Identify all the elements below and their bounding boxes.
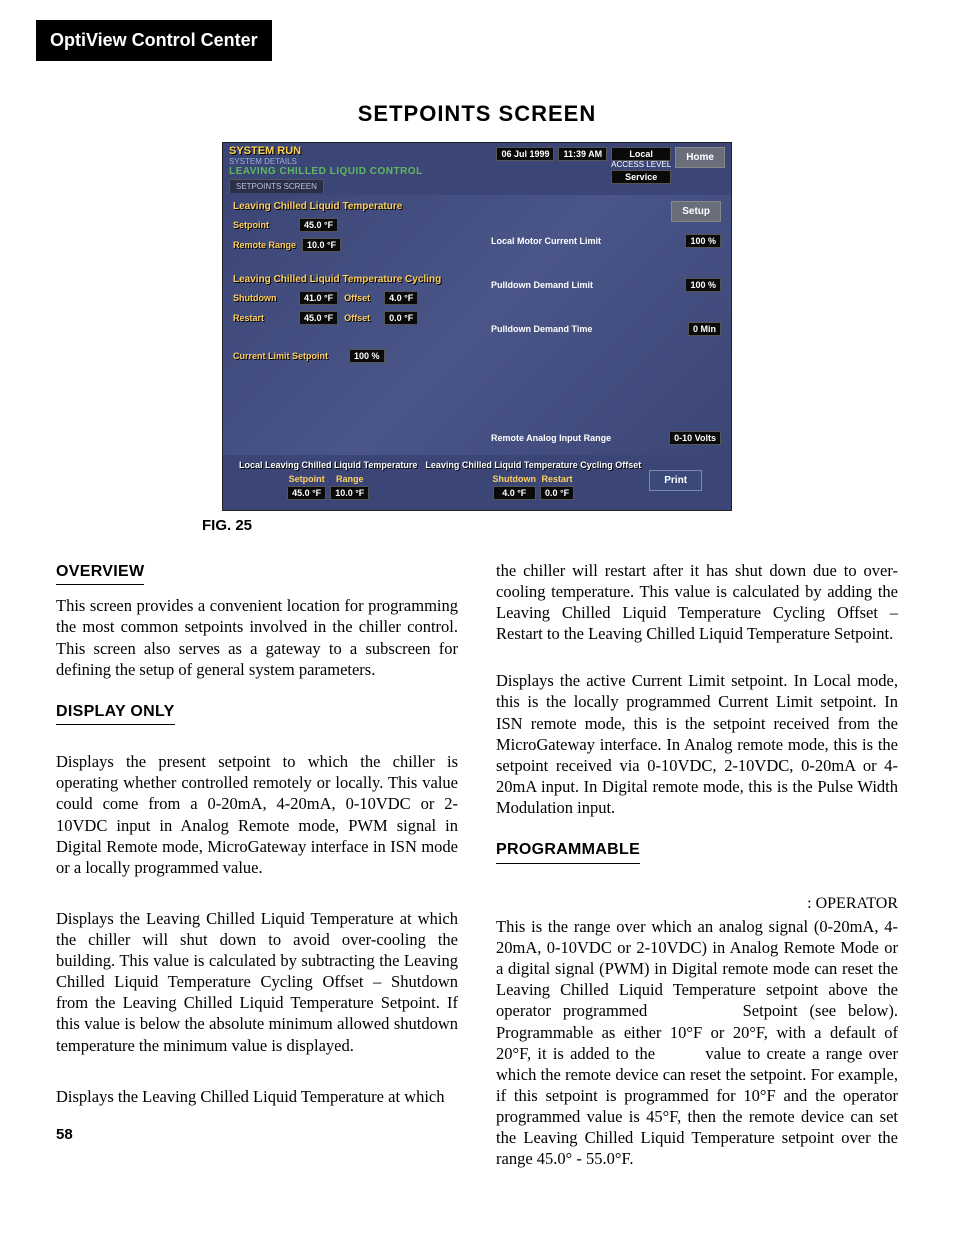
right-p2: Displays the active Current Limit setpoi… <box>496 670 898 818</box>
access-caption: ACCESS LEVEL <box>611 161 671 170</box>
bottom-grp1-caption: Local Leaving Chilled Liquid Temperature <box>239 461 417 471</box>
programmable-body: This is the range over which an analog s… <box>496 916 898 1169</box>
display-p3: Displays the Leaving Chilled Liquid Temp… <box>56 1086 458 1107</box>
btn-setpoint-label: Setpoint <box>287 474 326 484</box>
page-number: 58 <box>56 1125 458 1144</box>
figure-caption: FIG. 25 <box>202 517 898 534</box>
remote-analog-value: 0-10 Volts <box>669 431 721 445</box>
access-level: Service <box>611 170 671 184</box>
display-p2: Displays the Leaving Chilled Liquid Temp… <box>56 908 458 1056</box>
product-header: OptiView Control Center <box>36 20 272 61</box>
date-display: 06 Jul 1999 <box>496 147 554 161</box>
pulldown-time-value: 0 Min <box>688 322 721 336</box>
restart-value: 45.0 °F <box>299 311 338 325</box>
restart-label: Restart <box>233 313 293 323</box>
setpoint-value: 45.0 °F <box>299 218 338 232</box>
setup-button[interactable]: Setup <box>671 201 721 222</box>
shutdown-value: 41.0 °F <box>299 291 338 305</box>
btn-shutdown-label: Shutdown <box>493 474 537 484</box>
display-only-heading: DISPLAY ONLY <box>56 702 175 725</box>
btn-restart-value[interactable]: 0.0 °F <box>540 486 574 500</box>
local-motor-label: Local Motor Current Limit <box>491 236 601 246</box>
btn-restart-label: Restart <box>540 474 574 484</box>
group-cycling: Leaving Chilled Liquid Temperature Cycli… <box>233 274 471 285</box>
right-p1: the chiller will restart after it has sh… <box>496 560 898 644</box>
btn-setpoint-value[interactable]: 45.0 °F <box>287 486 326 500</box>
pulldown-demand-label: Pulldown Demand Limit <box>491 280 593 290</box>
setpoint-label: Setpoint <box>233 220 293 230</box>
programmable-heading: PROGRAMMABLE <box>496 840 640 863</box>
print-button[interactable]: Print <box>649 470 702 491</box>
pulldown-demand-value: 100 % <box>685 278 721 292</box>
restart-offset-value: 0.0 °F <box>384 311 418 325</box>
page-title: SETPOINTS SCREEN <box>56 101 898 127</box>
local-motor-value: 100 % <box>685 234 721 248</box>
pulldown-time-label: Pulldown Demand Time <box>491 324 592 334</box>
overview-heading: OVERVIEW <box>56 562 144 585</box>
display-p1: Displays the present setpoint to which t… <box>56 751 458 878</box>
shutdown-label: Shutdown <box>233 293 293 303</box>
screen-tab[interactable]: SETPOINTS SCREEN <box>229 179 324 193</box>
bottom-grp2-caption: Leaving Chilled Liquid Temperature Cycli… <box>425 461 641 471</box>
btn-range-value[interactable]: 10.0 °F <box>330 486 369 500</box>
shutdown-offset-value: 4.0 °F <box>384 291 418 305</box>
setpoints-screenshot: SYSTEM RUN SYSTEM DETAILS LEAVING CHILLE… <box>222 142 732 511</box>
restart-offset-label: Offset <box>344 313 378 323</box>
remote-range-value: 10.0 °F <box>302 238 341 252</box>
current-limit-label: Current Limit Setpoint <box>233 351 343 361</box>
shutdown-offset-label: Offset <box>344 293 378 303</box>
remote-analog-label: Remote Analog Input Range <box>491 433 611 443</box>
control-source: Local <box>611 147 671 161</box>
current-limit-value: 100 % <box>349 349 385 363</box>
system-substatus: SYSTEM DETAILS <box>229 157 484 166</box>
group-lclt: Leaving Chilled Liquid Temperature <box>233 201 471 212</box>
system-status: SYSTEM RUN <box>229 145 484 157</box>
btn-range-label: Range <box>330 474 369 484</box>
remote-range-label: Remote Range <box>233 240 296 250</box>
access-level-line: : OPERATOR <box>496 894 898 914</box>
overview-body: This screen provides a convenient locati… <box>56 595 458 679</box>
screen-title: LEAVING CHILLED LIQUID CONTROL <box>229 166 484 177</box>
time-display: 11:39 AM <box>558 147 607 161</box>
btn-shutdown-value[interactable]: 4.0 °F <box>493 486 537 500</box>
home-button[interactable]: Home <box>675 147 725 168</box>
